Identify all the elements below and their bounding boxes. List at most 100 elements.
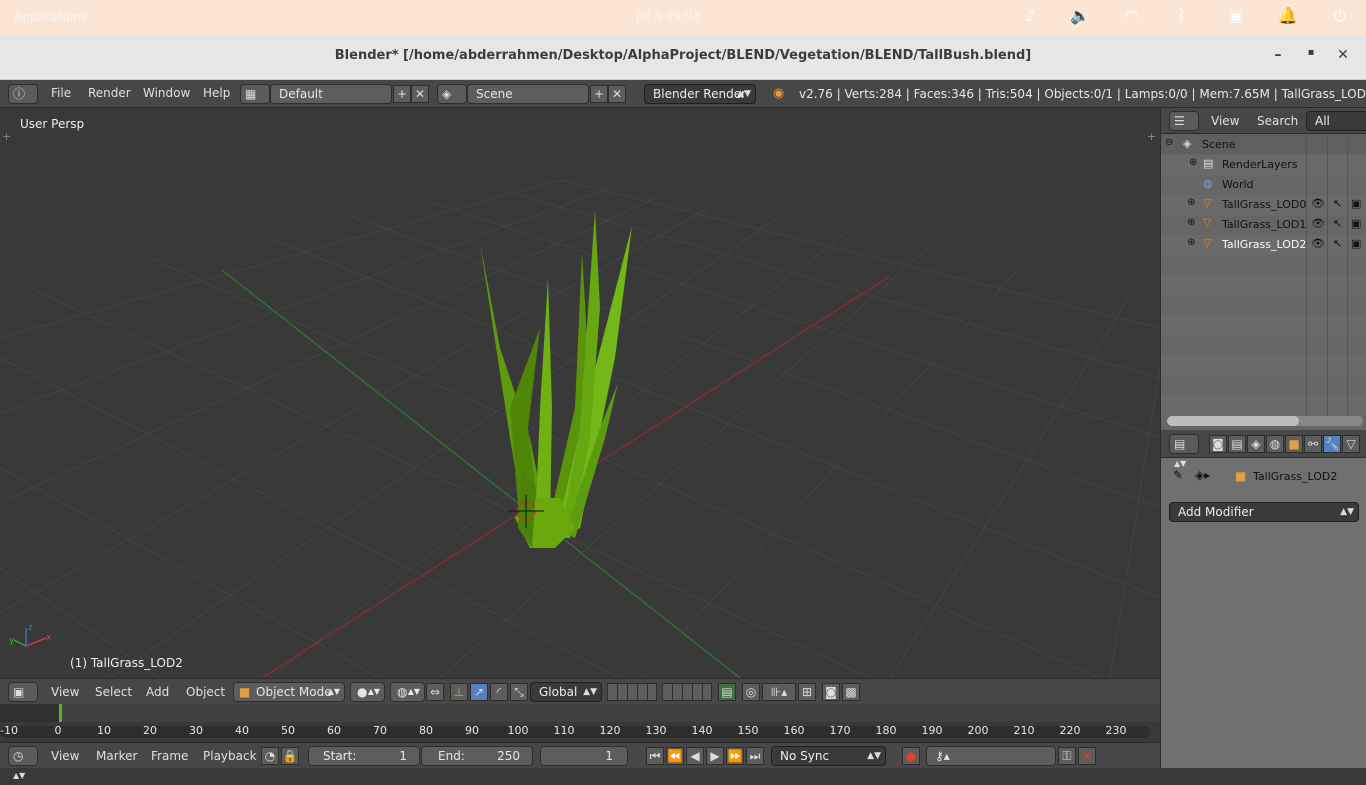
- object-mode-select[interactable]: Object Mode ■ ▲▼: [233, 682, 345, 702]
- play-icon[interactable]: ▶: [706, 747, 724, 765]
- transform-orientation-select[interactable]: Global ▲▼: [530, 682, 602, 702]
- remove-scene-icon[interactable]: ✕: [608, 85, 626, 103]
- scene-icon[interactable]: ◈ ▲▼: [437, 84, 467, 118]
- outliner-item-world[interactable]: ◍ World: [1161, 175, 1366, 195]
- pivot-point-select[interactable]: ◍ ▲▼: [390, 682, 425, 702]
- outliner-scope-select[interactable]: All Scenes: [1306, 111, 1366, 146]
- start-frame-field[interactable]: Start: 1: [308, 746, 420, 766]
- rotate-manipulator-icon[interactable]: ◜: [490, 683, 508, 701]
- timeline-area[interactable]: -10 0 10 20 30 40 50 60 70 80 90 100 110 120 130 140 150…: [0, 704, 1160, 742]
- visibility-eye-icon[interactable]: 👁: [1311, 237, 1325, 250]
- menu-window[interactable]: Window: [143, 86, 190, 100]
- outliner-item-renderlayers[interactable]: ⊕ ▤ RenderLayers: [1161, 155, 1366, 175]
- menu-search[interactable]: Search: [1257, 114, 1298, 128]
- collapse-icon[interactable]: ⊖: [1165, 137, 1173, 148]
- outliner-item-tallgrass-lod0[interactable]: ⊕ ▽ TallGrass_LOD0 👁 ↖ ▣: [1161, 195, 1366, 215]
- expand-icon[interactable]: ⊕: [1187, 197, 1195, 208]
- layer-lock-icon[interactable]: ▤: [718, 683, 736, 701]
- translate-manipulator-icon[interactable]: ↗: [470, 683, 488, 701]
- object-tab-icon[interactable]: ■: [1285, 435, 1303, 453]
- menu-render[interactable]: Render: [88, 86, 131, 100]
- visibility-eye-icon[interactable]: 👁: [1311, 217, 1325, 230]
- renderability-camera-icon[interactable]: ▣: [1351, 197, 1361, 210]
- minimize-button[interactable]: –: [1268, 47, 1288, 67]
- editor-type-3dview-icon[interactable]: ▣ ▲▼: [8, 682, 38, 716]
- editor-type-outliner-icon[interactable]: ☰ ▲▼: [1169, 111, 1199, 145]
- snap-target-icon[interactable]: ⊞: [798, 683, 816, 701]
- menu-add[interactable]: Add: [146, 685, 169, 699]
- sync-mode-select[interactable]: No Sync ▲▼: [771, 746, 886, 766]
- jump-keyframe-forward-icon[interactable]: ⏩: [726, 747, 744, 765]
- tall-grass-mesh[interactable]: [480, 210, 632, 548]
- screen-layout-icon[interactable]: ▦ ▲▼: [240, 84, 270, 118]
- data-tab-icon[interactable]: ▽: [1342, 435, 1360, 453]
- renderability-camera-icon[interactable]: ▣: [1351, 217, 1361, 230]
- jump-keyframe-back-icon[interactable]: ⏪: [666, 747, 684, 765]
- render-tab-icon[interactable]: ◙: [1209, 435, 1227, 453]
- renderability-camera-icon[interactable]: ▣: [1351, 237, 1361, 250]
- render-engine-select[interactable]: Blender Render ▲▼: [644, 84, 756, 104]
- jump-end-icon[interactable]: ⏭: [746, 747, 764, 765]
- lock-range-icon[interactable]: 🔒: [281, 747, 299, 765]
- selectability-cursor-icon[interactable]: ↖: [1333, 197, 1342, 210]
- selectability-cursor-icon[interactable]: ↖: [1333, 217, 1342, 230]
- pin-icon[interactable]: ✎: [1173, 468, 1183, 482]
- scene-tab-icon[interactable]: ◈: [1247, 435, 1265, 453]
- clock[interactable]: Jul 5 09:03: [636, 9, 700, 23]
- power-icon[interactable]: ⏻: [1328, 6, 1352, 28]
- outliner-item-tallgrass-lod1[interactable]: ⊕ ▽ TallGrass_LOD1 👁 ↖ ▣: [1161, 215, 1366, 235]
- maximize-button[interactable]: ▪: [1301, 47, 1321, 67]
- outliner-item-tallgrass-lod2[interactable]: ⊕ ▽ TallGrass_LOD2 👁 ↖ ▣: [1161, 235, 1366, 255]
- menu-marker[interactable]: Marker: [96, 749, 137, 763]
- 3d-viewport[interactable]: z y x User Persp (1) TallGrass_LOD2 + +: [0, 108, 1160, 678]
- delete-keyframe-icon[interactable]: ✕: [1078, 747, 1096, 765]
- editor-type-timeline-icon[interactable]: ◷ ▲▼: [8, 746, 38, 780]
- keying-set-field[interactable]: ⚷▴: [926, 746, 1056, 766]
- jump-start-icon[interactable]: ⏮: [646, 747, 664, 765]
- transform-manipulator-icon[interactable]: ⊥: [450, 683, 468, 701]
- viewport-shading-select[interactable]: ● ▲▼: [350, 682, 385, 702]
- applications-menu[interactable]: Applications: [14, 10, 87, 24]
- viewport-grid-canvas[interactable]: z y x: [0, 108, 1160, 678]
- clipboard-icon[interactable]: ▣: [1224, 6, 1248, 28]
- layout-field[interactable]: Default: [270, 84, 392, 104]
- current-frame-marker[interactable]: [59, 704, 62, 722]
- scene-layers-grid[interactable]: [607, 683, 657, 701]
- snap-element-select[interactable]: ⊪▴: [762, 683, 796, 701]
- menu-select[interactable]: Select: [95, 685, 132, 699]
- outliner-item-scene[interactable]: ⊖ ◈ Scene: [1161, 135, 1366, 155]
- manipulator-toggle-icon[interactable]: ⇔: [426, 683, 444, 701]
- menu-object[interactable]: Object: [186, 685, 225, 699]
- menu-view[interactable]: View: [51, 685, 79, 699]
- add-scene-icon[interactable]: +: [590, 85, 608, 103]
- menu-help[interactable]: Help: [203, 86, 230, 100]
- record-icon[interactable]: ●: [902, 747, 920, 765]
- timeline-track[interactable]: [0, 704, 1160, 722]
- selectability-cursor-icon[interactable]: ↖: [1333, 237, 1342, 250]
- bluetooth-icon[interactable]: ᛒ: [1170, 6, 1194, 28]
- preview-range-icon[interactable]: ◔: [261, 747, 279, 765]
- world-tab-icon[interactable]: ◍: [1266, 435, 1284, 453]
- scale-manipulator-icon[interactable]: ⤡: [510, 683, 528, 701]
- expand-icon[interactable]: ⊕: [1187, 217, 1195, 228]
- volume-icon[interactable]: 🔈: [1068, 6, 1092, 28]
- menu-frame[interactable]: Frame: [151, 749, 188, 763]
- end-frame-field[interactable]: End: 250: [421, 746, 533, 766]
- menu-view[interactable]: View: [51, 749, 79, 763]
- scene-layers-grid-2[interactable]: [662, 683, 712, 701]
- menu-playback[interactable]: Playback: [203, 749, 257, 763]
- toolshelf-toggle-icon[interactable]: +: [2, 130, 11, 143]
- close-button[interactable]: ✕: [1333, 47, 1353, 67]
- input-icon[interactable]: ♪: [1018, 6, 1042, 28]
- insert-keyframe-icon[interactable]: ⚿: [1058, 747, 1076, 765]
- add-layout-icon[interactable]: +: [393, 85, 411, 103]
- constraints-tab-icon[interactable]: ⚯: [1304, 435, 1322, 453]
- menu-view[interactable]: View: [1211, 114, 1239, 128]
- notifications-icon[interactable]: 🔔: [1276, 6, 1300, 28]
- render-layers-tab-icon[interactable]: ▤: [1228, 435, 1246, 453]
- modifiers-tab-icon[interactable]: 🔧: [1323, 435, 1341, 453]
- menu-file[interactable]: File: [51, 86, 71, 100]
- editor-type-info-icon[interactable]: ⓘ ▲▼: [8, 84, 38, 118]
- editor-type-properties-icon[interactable]: ▤ ▲▼: [1169, 434, 1199, 468]
- proportional-edit-icon[interactable]: ◎: [742, 683, 760, 701]
